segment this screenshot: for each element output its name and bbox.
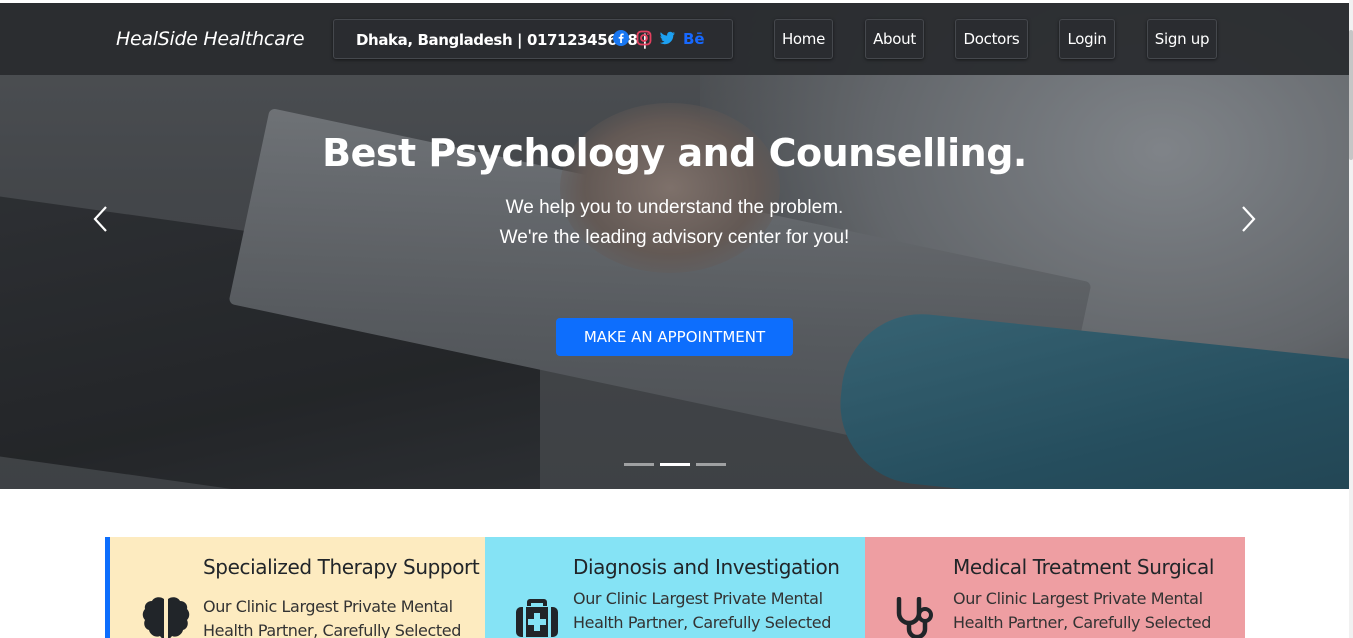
- chevron-right-icon: [1242, 206, 1256, 232]
- page: Best Psychology and Counselling. We help…: [0, 0, 1353, 638]
- contact-box: Dhaka, Bangladesh | 01712345678 | Bē: [333, 19, 733, 59]
- feature-card-treatment: Medical Treatment Surgical Our Clinic La…: [865, 537, 1245, 638]
- medical-kit-icon: [516, 599, 558, 637]
- twitter-icon[interactable]: [659, 30, 677, 48]
- carousel-indicator-2[interactable]: [660, 463, 690, 466]
- feature-text-line-1: Our Clinic Largest Private Mental: [953, 589, 1203, 608]
- scrollbar-thumb[interactable]: [1349, 30, 1353, 160]
- brand-logo[interactable]: HealSide Healthcare: [116, 28, 305, 50]
- feature-text-line-1: Our Clinic Largest Private Mental: [573, 589, 823, 608]
- instagram-icon[interactable]: [636, 30, 654, 48]
- hero-subtitle-line-1: We help you to understand the problem.: [505, 197, 844, 218]
- feature-card-therapy: Specialized Therapy Support Our Clinic L…: [105, 537, 485, 638]
- nav-doctors[interactable]: Doctors: [955, 19, 1028, 59]
- nav-signup[interactable]: Sign up: [1147, 19, 1217, 59]
- navbar: HealSide Healthcare Dhaka, Bangladesh | …: [0, 3, 1349, 75]
- carousel-prev-button[interactable]: [86, 199, 116, 239]
- feature-text-line-2: Health Partner, Carefully Selected: [203, 621, 461, 638]
- brain-icon: [142, 597, 190, 638]
- facebook-icon[interactable]: [613, 30, 631, 48]
- carousel-indicator-3[interactable]: [696, 463, 726, 466]
- feature-title: Diagnosis and Investigation: [573, 555, 840, 579]
- stethoscope-icon: [896, 597, 933, 638]
- nav-home[interactable]: Home: [774, 19, 833, 59]
- nav-login[interactable]: Login: [1059, 19, 1115, 59]
- contact-text: Dhaka, Bangladesh | 01712345678 |: [356, 31, 648, 49]
- hero-title: Best Psychology and Counselling.: [322, 131, 1027, 175]
- carousel-next-button[interactable]: [1233, 199, 1263, 239]
- hero-subtitle-line-2: We're the leading advisory center for yo…: [499, 227, 850, 248]
- feature-text-line-2: Health Partner, Carefully Selected: [573, 613, 831, 632]
- nav-about[interactable]: About: [865, 19, 924, 59]
- make-appointment-button[interactable]: MAKE AN APPOINTMENT: [556, 318, 793, 356]
- carousel-indicator-1[interactable]: [624, 463, 654, 466]
- feature-title: Specialized Therapy Support: [203, 555, 480, 579]
- feature-cards: Specialized Therapy Support Our Clinic L…: [105, 537, 1245, 638]
- chevron-left-icon: [93, 206, 107, 232]
- feature-text-line-1: Our Clinic Largest Private Mental: [203, 597, 453, 616]
- hero-carousel: Best Psychology and Counselling. We help…: [0, 3, 1349, 489]
- feature-card-diagnosis: Diagnosis and Investigation Our Clinic L…: [485, 537, 865, 638]
- feature-text-line-2: Health Partner, Carefully Selected: [953, 613, 1211, 632]
- feature-title: Medical Treatment Surgical: [953, 555, 1215, 579]
- behance-icon[interactable]: Bē: [683, 30, 707, 48]
- page-scrollbar[interactable]: [1349, 0, 1353, 638]
